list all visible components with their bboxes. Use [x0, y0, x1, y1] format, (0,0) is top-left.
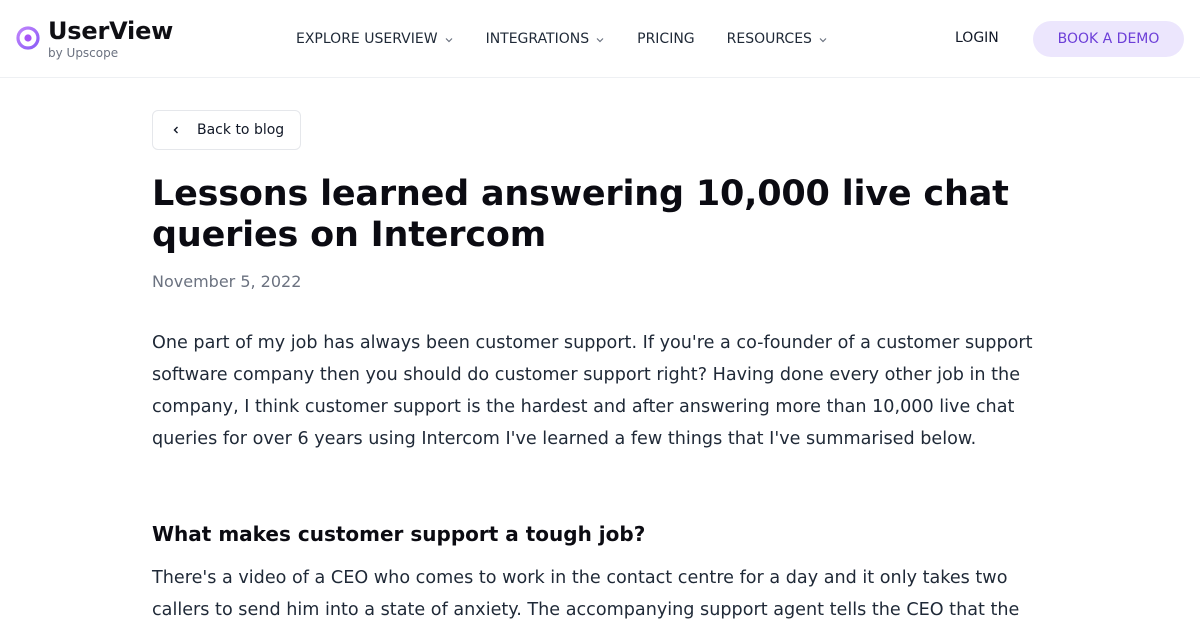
logo[interactable]: UserView by Upscope	[16, 18, 173, 61]
book-demo-button[interactable]: BOOK A DEMO	[1033, 21, 1184, 57]
logo-subtitle: by Upscope	[48, 46, 119, 60]
article-paragraph: There's a video of a CEO who comes to wo…	[152, 568, 1020, 620]
nav-resources[interactable]: RESOURCES	[727, 31, 828, 47]
nav-label: RESOURCES	[726, 31, 812, 47]
nav-label: EXPLORE USERVIEW	[296, 31, 438, 47]
article-date: November 5, 2022	[152, 272, 302, 291]
login-link[interactable]: LOGIN	[955, 30, 999, 46]
logo-name: UserView	[48, 17, 174, 45]
nav-integrations[interactable]: INTEGRATIONS	[486, 31, 606, 47]
chevron-down-icon	[596, 37, 604, 42]
nav-label: PRICING	[637, 31, 695, 47]
nav-explore-userview[interactable]: EXPLORE USERVIEW	[296, 31, 454, 47]
article-title: Lessons learned answering 10,000 live ch…	[152, 174, 1009, 255]
main-nav: EXPLORE USERVIEW INTEGRATIONS PRICING RE…	[296, 0, 828, 78]
site-header: UserView by Upscope EXPLORE USERVIEW INT…	[0, 0, 1200, 78]
chevron-down-icon	[819, 37, 827, 42]
chevron-down-icon	[445, 37, 452, 42]
chevron-left-icon	[173, 126, 178, 134]
back-label: Back to blog	[197, 122, 285, 138]
nav-label: INTEGRATIONS	[485, 31, 590, 47]
logo-icon	[16, 26, 40, 50]
nav-pricing[interactable]: PRICING	[637, 31, 695, 47]
article-intro: One part of my job has always been custo…	[152, 333, 1033, 449]
back-to-blog-button[interactable]: Back to blog	[152, 110, 301, 150]
section-heading: What makes customer support a tough job?	[152, 522, 646, 546]
